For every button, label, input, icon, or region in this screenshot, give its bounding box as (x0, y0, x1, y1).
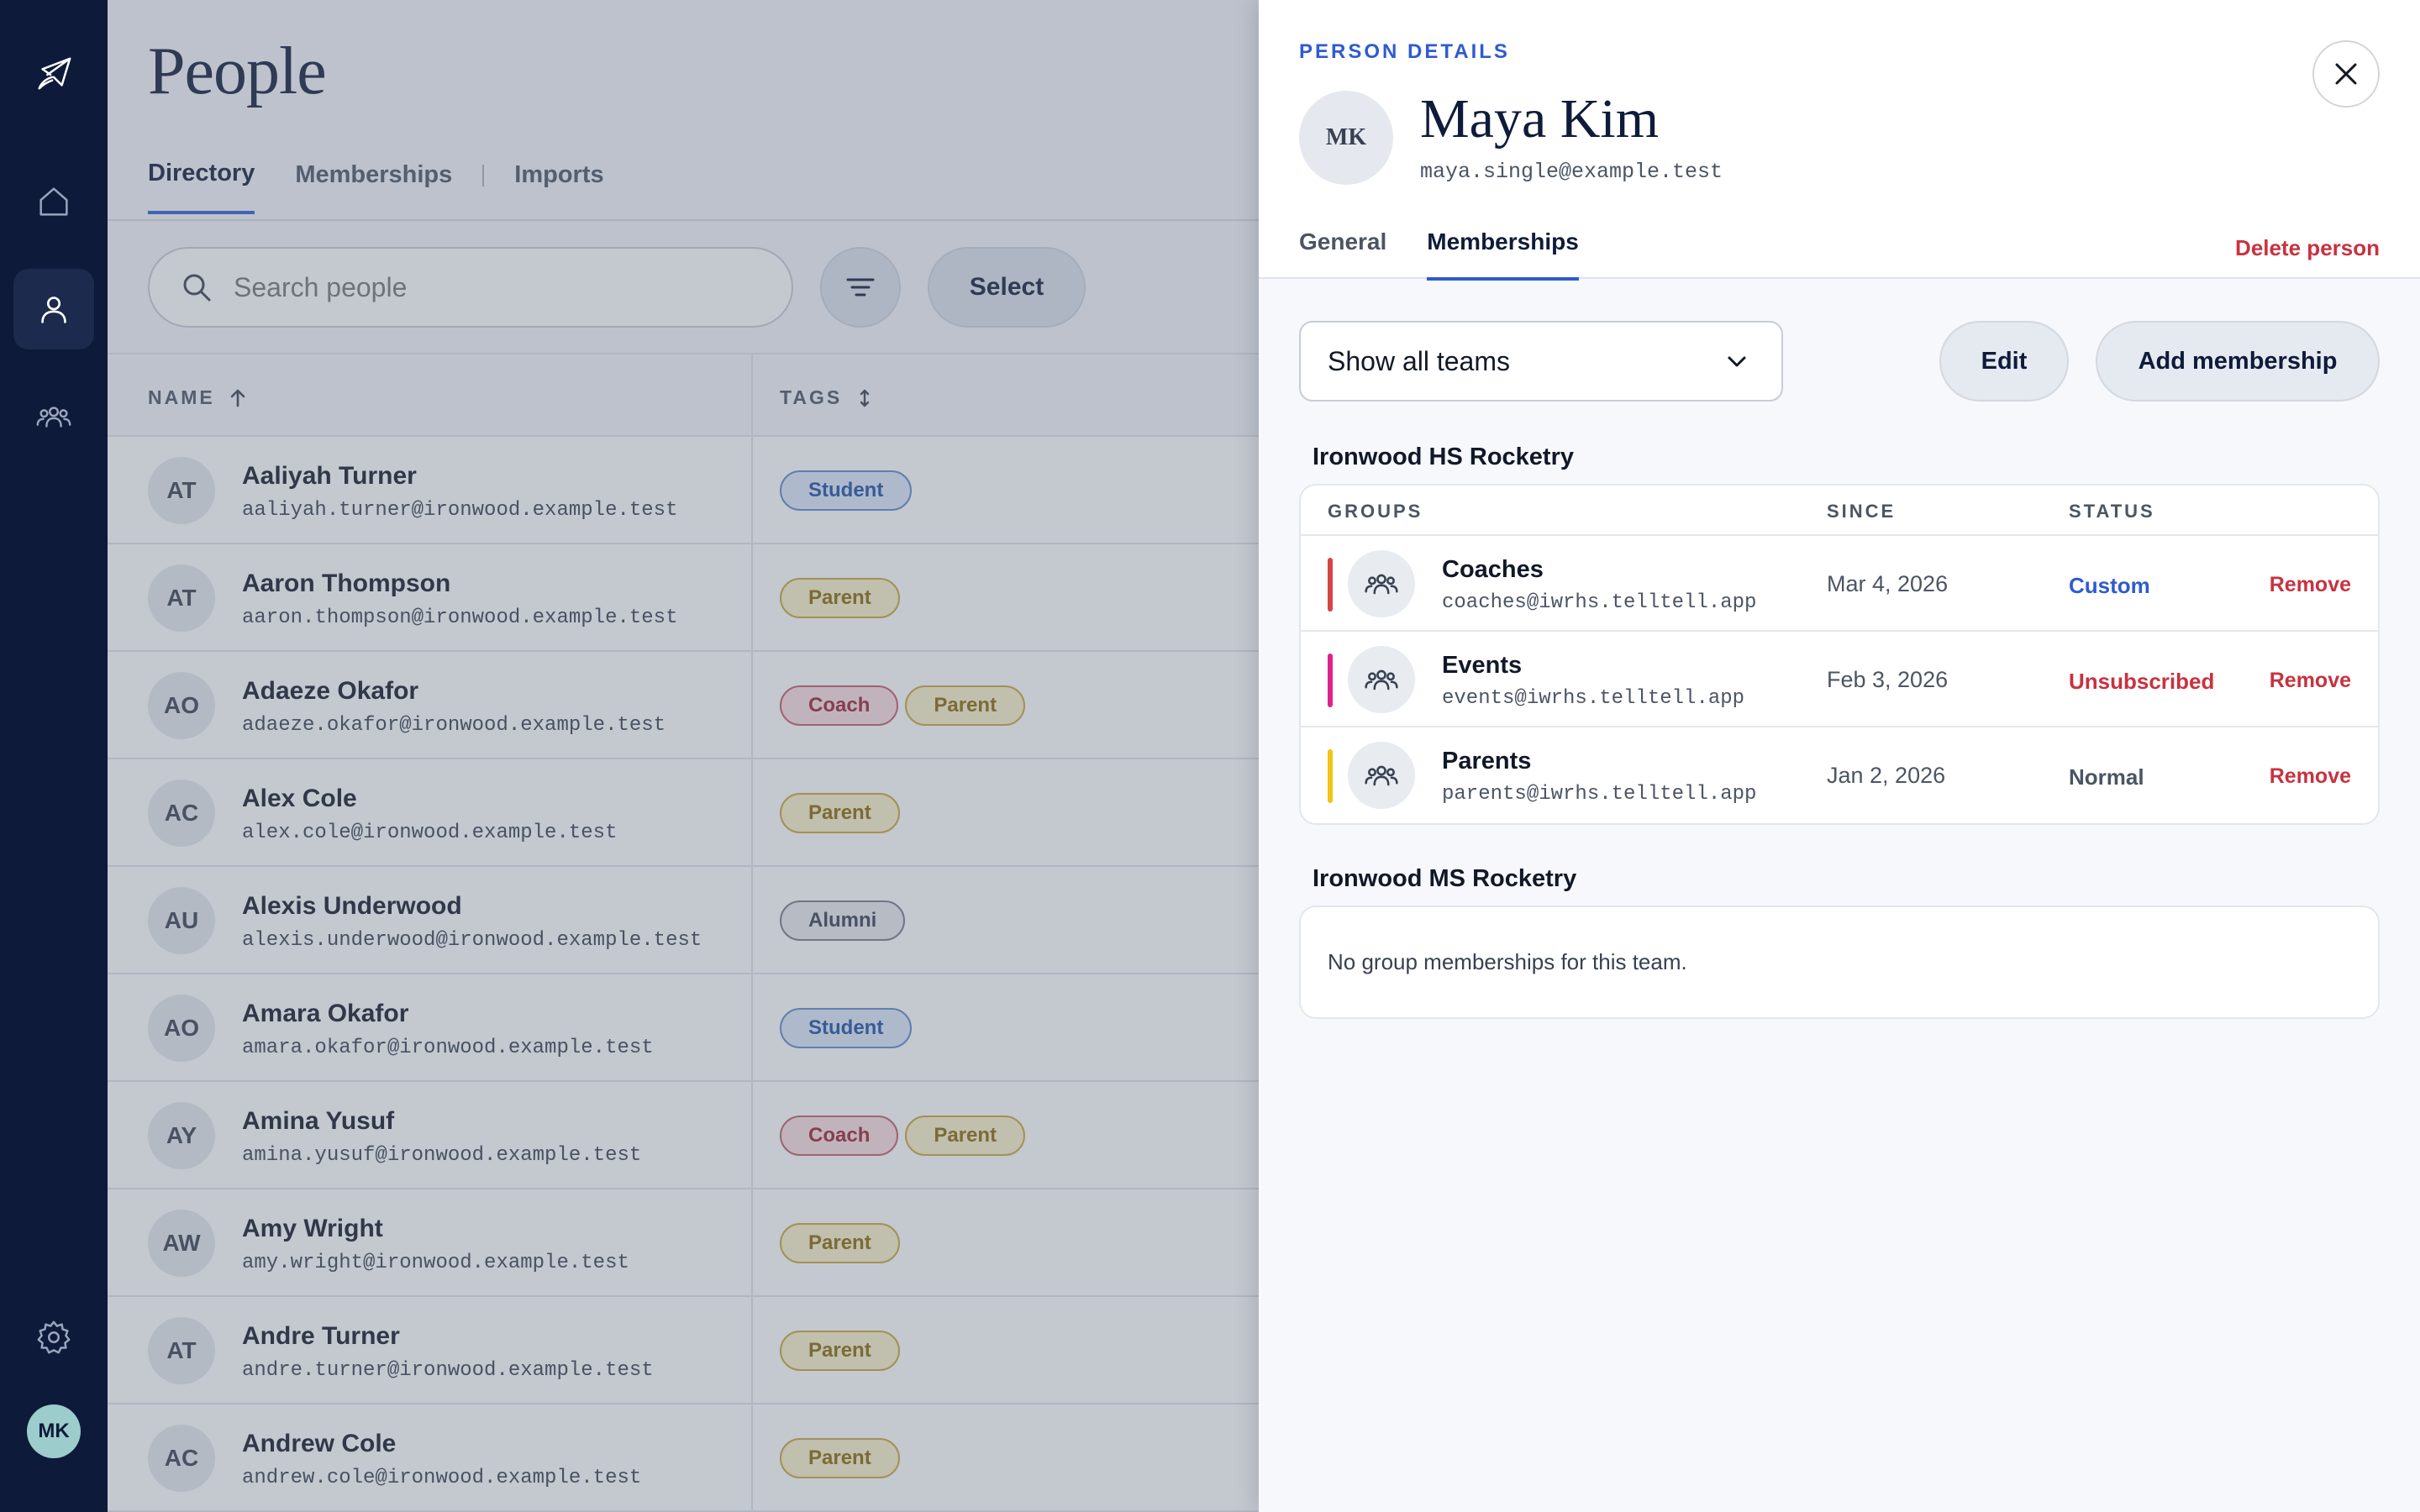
group-status[interactable]: Unsubscribed (2069, 669, 2214, 695)
person-avatar: MK (1299, 91, 1393, 185)
group-email: coaches@iwrhs.telltell.app (1442, 591, 1757, 614)
empty-state-message: No group memberships for this team. (1328, 949, 1687, 974)
chevron-down-icon (1728, 356, 1746, 367)
group-name: Events (1442, 652, 1523, 679)
team-groups-card: No group memberships for this team. (1299, 906, 2380, 1019)
person-icon[interactable] (13, 269, 94, 349)
home-icon[interactable] (13, 161, 94, 242)
column-since: SINCE (1827, 501, 1897, 522)
column-groups: GROUPS (1328, 501, 1423, 522)
column-status: STATUS (2069, 501, 2155, 522)
group-since: Jan 2, 2026 (1827, 763, 1946, 788)
add-membership-button[interactable]: Add membership (2096, 321, 2380, 402)
group-status[interactable]: Custom (2069, 573, 2150, 599)
nav-rail: MK (0, 0, 108, 1512)
group-color-bar (1328, 749, 1333, 803)
edit-button[interactable]: Edit (1939, 321, 2069, 402)
group-email: events@iwrhs.telltell.app (1442, 687, 1745, 710)
drawer-tabs: General Memberships (1299, 228, 1619, 281)
team-title: Ironwood HS Rocketry (1313, 444, 1574, 470)
user-avatar[interactable]: MK (27, 1404, 81, 1458)
group-icon[interactable] (13, 376, 94, 457)
modal-overlay[interactable] (108, 0, 1259, 1512)
tab-person-memberships[interactable]: Memberships (1427, 228, 1579, 281)
group-icon (1348, 742, 1415, 809)
person-name: Maya Kim (1420, 88, 1660, 150)
groups-table-header: GROUPS SINCE STATUS (1301, 486, 2378, 536)
group-color-bar (1328, 654, 1333, 707)
group-row: Coaches coaches@iwrhs.telltell.app Mar 4, … (1301, 536, 2378, 632)
close-icon (2335, 63, 2357, 85)
person-email: maya.single@example.test (1420, 160, 1723, 184)
groups-list: Coaches coaches@iwrhs.telltell.app Mar 4, … (1301, 536, 2378, 823)
group-status[interactable]: Normal (2069, 764, 2144, 790)
logo-icon[interactable] (13, 34, 94, 114)
team-groups-card: GROUPS SINCE STATUS Coaches coaches@iwrhs… (1299, 484, 2380, 825)
team-filter-select[interactable]: Show all teams (1299, 321, 1783, 402)
person-details-drawer: PERSON DETAILS MK Maya Kim maya.single@e… (1259, 0, 2420, 1512)
delete-person-button[interactable]: Delete person (2235, 235, 2380, 261)
team-filter-value: Show all teams (1328, 345, 1510, 376)
team-title: Ironwood MS Rocketry (1313, 865, 1577, 892)
group-since: Feb 3, 2026 (1827, 667, 1949, 692)
close-button[interactable] (2312, 40, 2380, 108)
group-row: Parents parents@iwrhs.telltell.app Jan 2, … (1301, 727, 2378, 823)
group-row: Events events@iwrhs.telltell.app Feb 3, 20… (1301, 632, 2378, 727)
remove-button[interactable]: Remove (2270, 669, 2351, 693)
group-icon (1348, 646, 1415, 713)
drawer-header: PERSON DETAILS MK Maya Kim maya.single@e… (1259, 0, 2420, 281)
remove-button[interactable]: Remove (2270, 764, 2351, 789)
group-icon (1348, 550, 1415, 617)
group-name: Parents (1442, 748, 1532, 774)
group-color-bar (1328, 558, 1333, 612)
group-name: Coaches (1442, 556, 1544, 583)
remove-button[interactable]: Remove (2270, 573, 2351, 597)
drawer-eyebrow: PERSON DETAILS (1299, 40, 1510, 63)
tab-general[interactable]: General (1299, 228, 1386, 281)
gear-icon[interactable] (13, 1297, 94, 1378)
people-directory: People Directory Memberships Imports Sel… (108, 0, 1259, 1512)
group-email: parents@iwrhs.telltell.app (1442, 783, 1757, 806)
group-since: Mar 4, 2026 (1827, 571, 1949, 596)
